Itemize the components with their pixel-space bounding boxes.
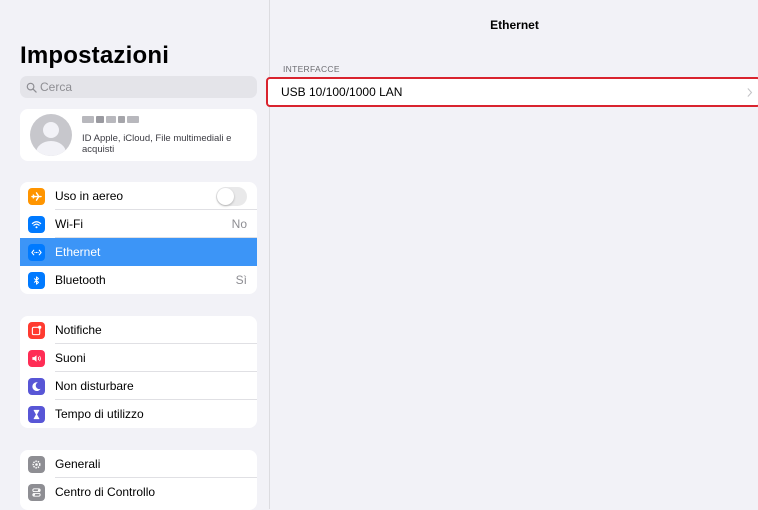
sidebar-item-sounds[interactable]: Suoni xyxy=(20,344,257,372)
sidebar-item-airplane-mode[interactable]: Uso in aereo xyxy=(20,182,257,210)
redacted-name xyxy=(82,115,257,123)
hourglass-icon xyxy=(28,405,45,423)
wifi-icon xyxy=(28,215,45,233)
page-title: Ethernet xyxy=(490,18,539,32)
interfaces-section-header: INTERFACCE xyxy=(283,64,340,74)
sidebar-item-ethernet[interactable]: Ethernet xyxy=(20,238,257,266)
search-field[interactable] xyxy=(20,76,257,98)
sidebar-item-label: Generali xyxy=(55,457,101,471)
sidebar-item-control-center[interactable]: Centro di Controllo xyxy=(20,478,257,506)
bluetooth-status: Sì xyxy=(235,273,247,287)
search-input[interactable] xyxy=(40,80,240,94)
airplane-mode-toggle[interactable] xyxy=(216,186,247,206)
sidebar-item-label: Centro di Controllo xyxy=(55,485,156,499)
sidebar-item-label: Ethernet xyxy=(55,245,101,259)
moon-icon xyxy=(28,377,45,395)
notifications-icon xyxy=(28,321,45,339)
airplane-icon xyxy=(28,187,45,205)
sidebar-item-label: Bluetooth xyxy=(55,273,106,287)
sidebar-item-bluetooth[interactable]: Bluetooth Sì xyxy=(20,266,257,294)
sidebar-item-label: Wi-Fi xyxy=(55,217,83,231)
sidebar-item-label: Non disturbare xyxy=(55,379,134,393)
sidebar-item-do-not-disturb[interactable]: Non disturbare xyxy=(20,372,257,400)
notifications-group: Notifiche Suoni Non disturbare Tempo di … xyxy=(20,316,257,428)
ethernet-icon xyxy=(28,243,45,261)
connectivity-group: Uso in aereo Wi-Fi No Ethernet Bluetooth… xyxy=(20,182,257,294)
sidebar-item-screen-time[interactable]: Tempo di utilizzo xyxy=(20,400,257,428)
sidebar-item-wifi[interactable]: Wi-Fi No xyxy=(20,210,257,238)
interface-label: USB 10/100/1000 LAN xyxy=(281,85,403,99)
settings-sidebar: Impostazioni ID Apple, iCloud, File mult… xyxy=(0,0,270,510)
sidebar-item-label: Uso in aereo xyxy=(55,189,124,203)
control-center-icon xyxy=(28,483,45,501)
chevron-right-icon xyxy=(747,87,753,97)
apple-id-profile[interactable]: ID Apple, iCloud, File multimediali e ac… xyxy=(20,109,257,161)
sidebar-title: Impostazioni xyxy=(20,42,170,69)
profile-subtitle: ID Apple, iCloud, File multimediali e ac… xyxy=(82,132,232,155)
sidebar-item-notifications[interactable]: Notifiche xyxy=(20,316,257,344)
avatar xyxy=(30,114,72,156)
ethernet-detail-pane: Ethernet INTERFACCE USB 10/100/1000 LAN xyxy=(266,0,758,509)
speaker-icon xyxy=(28,349,45,367)
sidebar-item-general[interactable]: Generali xyxy=(20,450,257,478)
sidebar-item-label: Notifiche xyxy=(55,323,102,337)
sidebar-item-label: Suoni xyxy=(55,351,86,365)
search-icon xyxy=(26,82,37,93)
interface-usb-lan[interactable]: USB 10/100/1000 LAN xyxy=(266,77,758,107)
general-group: Generali Centro di Controllo xyxy=(20,450,257,510)
wifi-status: No xyxy=(231,217,247,231)
gear-icon xyxy=(28,455,45,473)
sidebar-item-label: Tempo di utilizzo xyxy=(55,407,144,421)
bluetooth-icon xyxy=(28,271,45,289)
